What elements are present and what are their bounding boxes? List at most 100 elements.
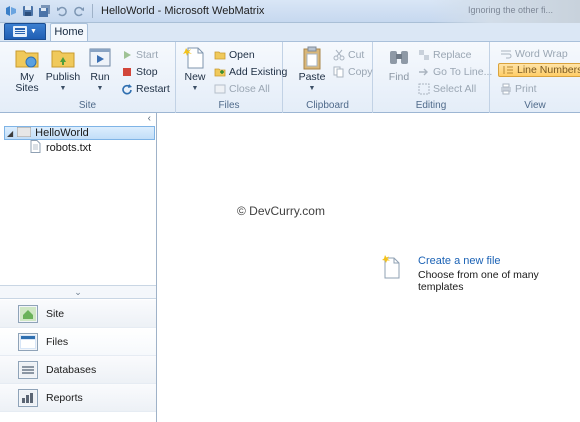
my-sites-button[interactable]: My Sites (9, 46, 45, 94)
new-file-button[interactable]: New ▼ (177, 46, 213, 94)
go-to-line-button[interactable]: Go To Line... (418, 65, 492, 79)
ribbon-tabs: ▼ Home (0, 23, 580, 42)
print-button[interactable]: Print (500, 82, 537, 96)
chevron-down-icon: ⌄ (74, 287, 82, 297)
select-all-button[interactable]: Select All (418, 82, 476, 96)
add-existing-label: Add Existing (229, 66, 288, 78)
create-file-subtitle: Choose from one of many templates (418, 269, 539, 293)
app-menu-button[interactable]: ▼ (4, 23, 46, 40)
word-wrap-button[interactable]: Word Wrap (500, 47, 568, 61)
workspace-nav: Site Files Databases Reports (0, 300, 156, 412)
restart-label: Restart (136, 83, 170, 95)
line-numbers-icon (502, 64, 514, 76)
restart-button[interactable]: Restart (121, 82, 170, 96)
run-button[interactable]: Run ▼ (82, 46, 118, 94)
group-label-site: Site (78, 100, 97, 111)
stop-icon (121, 66, 133, 78)
watermark-text: © DevCurry.com (237, 204, 325, 218)
open-folder-icon (214, 49, 226, 61)
add-existing-icon (214, 66, 226, 78)
nav-item-site[interactable]: Site (0, 300, 156, 328)
word-wrap-icon (500, 48, 512, 60)
ribbon: My Sites Publish ▼ Run ▼ Start Stop Rest… (0, 41, 580, 113)
reports-icon (18, 388, 38, 407)
new-file-icon (382, 255, 402, 293)
stop-button[interactable]: Stop (121, 65, 158, 79)
paste-label: Paste (298, 71, 326, 83)
replace-button[interactable]: Replace (418, 48, 472, 62)
tree-file-label: robots.txt (46, 142, 92, 154)
tree-item-file[interactable]: robots.txt (30, 140, 92, 156)
chevron-down-icon: ▼ (30, 28, 37, 35)
restart-icon (121, 83, 133, 95)
paste-icon (299, 46, 325, 70)
ribbon-group-editing: Find Replace Go To Line... Select All Ed… (373, 42, 492, 113)
chevron-down-icon: ▼ (308, 85, 316, 92)
quick-access-toolbar (0, 4, 86, 18)
window-title: HelloWorld - Microsoft WebMatrix (101, 5, 265, 17)
print-label: Print (515, 83, 537, 95)
run-label: Run (90, 71, 110, 83)
new-file-icon (182, 46, 208, 70)
redo-icon[interactable] (72, 4, 86, 18)
publish-icon (50, 46, 76, 70)
expand-triangle-icon[interactable]: ◢ (7, 129, 13, 138)
group-label-clipboard: Clipboard (306, 100, 349, 111)
group-label-files: Files (218, 100, 240, 111)
binoculars-icon (386, 46, 412, 70)
undo-icon[interactable] (55, 4, 69, 18)
site-folder-icon (16, 126, 32, 140)
title-separator (92, 4, 93, 18)
app-icon[interactable] (4, 4, 18, 18)
tree-header: ‹ (0, 113, 156, 125)
nav-item-label: Reports (46, 391, 83, 404)
stop-label: Stop (136, 66, 158, 78)
add-existing-button[interactable]: Add Existing (214, 65, 287, 79)
create-new-file-link[interactable]: Create a new file (418, 255, 580, 267)
new-label: New (184, 71, 206, 83)
text-file-icon (30, 140, 41, 156)
nav-item-reports[interactable]: Reports (0, 384, 156, 412)
find-button[interactable]: Find (381, 46, 417, 83)
open-label: Open (229, 49, 255, 61)
ribbon-group-site: My Sites Publish ▼ Run ▼ Start Stop Rest… (0, 42, 176, 113)
scissors-icon (333, 49, 345, 61)
start-label: Start (136, 49, 159, 61)
replace-label: Replace (433, 49, 472, 61)
nav-item-label: Site (46, 307, 65, 320)
tab-home[interactable]: Home (50, 23, 88, 42)
select-all-icon (418, 83, 430, 95)
replace-icon (418, 49, 430, 61)
start-button[interactable]: Start (121, 48, 158, 62)
open-button[interactable]: Open (214, 48, 255, 62)
close-all-button[interactable]: Close All (214, 82, 270, 96)
chevron-down-icon: ▼ (59, 85, 67, 92)
cut-button[interactable]: Cut (333, 48, 364, 62)
save-icon[interactable] (21, 4, 35, 18)
copy-button[interactable]: Copy (333, 65, 373, 79)
create-file-text: Create a new file Choose from one of man… (418, 255, 580, 293)
line-numbers-toggle[interactable]: Line Numbers (498, 63, 580, 77)
collapse-panel-icon[interactable]: ‹ (148, 113, 151, 125)
tree-item-root[interactable]: ◢ HelloWorld (4, 126, 155, 140)
background-window-peek: Ignoring the other fi... (430, 0, 580, 23)
workspace-splitter[interactable]: ⌄ (0, 285, 156, 299)
find-label: Find (388, 71, 410, 83)
play-icon (121, 49, 133, 61)
ribbon-group-files: New ▼ Open Add Existing Close All Files (176, 42, 287, 113)
files-icon (18, 332, 38, 351)
my-sites-label-2: Sites (15, 82, 39, 94)
chevron-down-icon: ▼ (191, 85, 199, 92)
printer-icon (500, 83, 512, 95)
nav-item-files[interactable]: Files (0, 328, 156, 356)
publish-button[interactable]: Publish ▼ (45, 46, 81, 94)
left-panel: ‹ ◢ HelloWorld robots.txt ⌄ Site Files D… (0, 113, 157, 422)
group-label-editing: Editing (415, 100, 447, 111)
tree-root-label: HelloWorld (35, 127, 89, 139)
paste-button[interactable]: Paste ▼ (294, 46, 330, 94)
copy-icon (333, 66, 345, 78)
nav-item-databases[interactable]: Databases (0, 356, 156, 384)
save-all-icon[interactable] (38, 4, 52, 18)
word-wrap-label: Word Wrap (515, 48, 568, 60)
ribbon-group-view: Word Wrap Line Numbers Print View (490, 42, 580, 113)
